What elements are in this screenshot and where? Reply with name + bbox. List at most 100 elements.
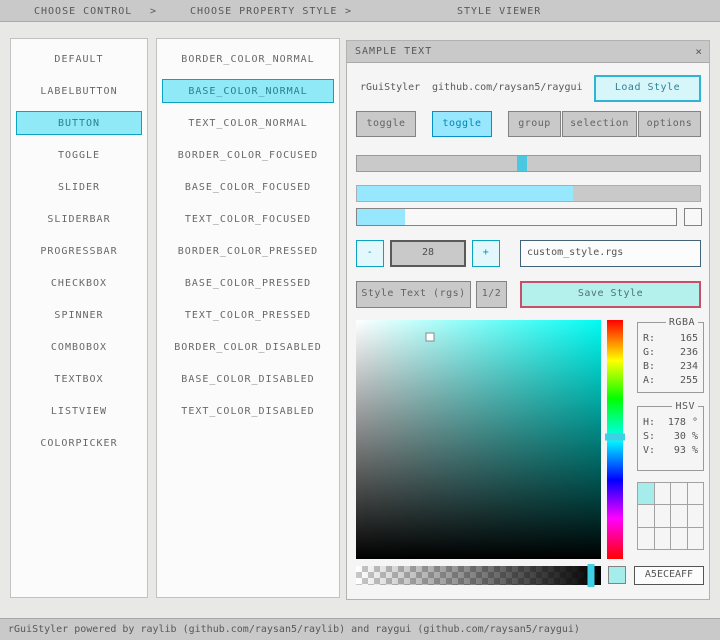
hue-handle[interactable] [605,434,625,441]
rgba-row: R: 165 [638,332,703,346]
property-item[interactable]: TEXT_COLOR_NORMAL [162,111,334,135]
v-value: 93 % [674,444,698,458]
choose-control-header: CHOOSE CONTROL [34,6,132,17]
rgba-row: G: 236 [638,346,703,360]
palette-swatch[interactable] [688,528,704,549]
b-value: 234 [680,360,698,374]
palette-swatch[interactable] [671,528,687,549]
palette-swatch[interactable] [655,528,671,549]
color-palette-grid [637,482,704,550]
spinner-value-box[interactable]: 28 [390,240,466,267]
hex-color-input[interactable]: A5ECEAFF [634,566,704,585]
property-item[interactable]: BORDER_COLOR_DISABLED [162,335,334,359]
palette-swatch[interactable] [655,505,671,526]
window-titlebar[interactable]: SAMPLE TEXT × [347,41,709,63]
palette-swatch[interactable] [688,483,704,504]
hue-bar[interactable] [607,320,623,559]
toggle-button-active[interactable]: toggle [432,111,492,137]
palette-swatch[interactable] [671,483,687,504]
control-item[interactable]: PROGRESSBAR [16,239,142,263]
choose-property-header: CHOOSE PROPERTY STYLE [190,6,337,17]
top-toolbar: CHOOSE CONTROL > CHOOSE PROPERTY STYLE >… [0,0,720,22]
color-marker[interactable] [425,332,434,341]
slider-handle[interactable] [517,156,527,171]
slider-bar-fill [357,209,405,225]
r-value: 165 [680,332,698,346]
s-label: S: [643,430,655,444]
toggle-button[interactable]: toggle [356,111,416,137]
rgba-row: B: 234 [638,360,703,374]
load-style-button[interactable]: Load Style [594,75,701,102]
rguistyler-app: CHOOSE CONTROL > CHOOSE PROPERTY STYLE >… [0,0,720,640]
style-text-button[interactable]: Style Text (rgs) [356,281,471,308]
alpha-handle[interactable] [588,564,595,587]
filename-input[interactable]: custom_style.rgs [520,240,701,267]
h-label: H: [643,416,655,430]
property-item[interactable]: BORDER_COLOR_PRESSED [162,239,334,263]
toggle-group-item[interactable]: selection [562,111,637,137]
property-item[interactable]: TEXT_COLOR_DISABLED [162,399,334,423]
repo-link-label[interactable]: github.com/raysan5/raygui [432,82,583,93]
property-item[interactable]: TEXT_COLOR_PRESSED [162,303,334,327]
toggle-group-item[interactable]: options [638,111,701,137]
properties-list: BORDER_COLOR_NORMAL BASE_COLOR_NORMAL TE… [156,38,340,598]
property-item[interactable]: BASE_COLOR_DISABLED [162,367,334,391]
property-item[interactable]: BORDER_COLOR_NORMAL [162,47,334,71]
control-item[interactable]: CHECKBOX [16,271,142,295]
close-icon[interactable]: × [695,45,702,58]
property-item[interactable]: TEXT_COLOR_FOCUSED [162,207,334,231]
toggle-group-item[interactable]: group [508,111,561,137]
hsv-row: H: 178 ° [638,416,703,430]
spinner-decrement-button[interactable]: - [356,240,384,267]
breadcrumb-separator: > [150,6,157,17]
property-item-selected[interactable]: BASE_COLOR_NORMAL [162,79,334,103]
control-item-selected[interactable]: BUTTON [16,111,142,135]
control-item[interactable]: COLORPICKER [16,431,142,455]
palette-swatch[interactable] [638,528,654,549]
palette-swatch[interactable] [638,505,654,526]
palette-swatch[interactable] [671,505,687,526]
hsv-group-label: HSV [672,401,698,412]
checkbox[interactable] [684,208,702,226]
progress-fill [357,186,573,201]
palette-swatch-current[interactable] [638,483,654,504]
style-viewer-header: STYLE VIEWER [457,6,541,17]
control-item[interactable]: TEXTBOX [16,367,142,391]
h-value: 178 ° [668,416,698,430]
save-style-button[interactable]: Save Style [520,281,701,308]
g-value: 236 [680,346,698,360]
saturation-value-panel[interactable] [356,320,601,559]
rgba-group: RGBA R: 165 G: 236 B: 234 A: [637,322,704,393]
selected-color-preview [608,566,626,584]
control-item[interactable]: SLIDER [16,175,142,199]
window-body: rGuiStyler github.com/raysan5/raygui Loa… [347,63,709,599]
b-label: B: [643,360,655,374]
spinner-increment-button[interactable]: + [472,240,500,267]
slider-bar[interactable] [356,208,677,226]
control-item[interactable]: LISTVIEW [16,399,142,423]
control-item[interactable]: SPINNER [16,303,142,327]
progress-bar [356,185,701,202]
control-item[interactable]: COMBOBOX [16,335,142,359]
palette-swatch[interactable] [688,505,704,526]
property-item[interactable]: BORDER_COLOR_FOCUSED [162,143,334,167]
property-item[interactable]: BASE_COLOR_PRESSED [162,271,334,295]
style-viewer-window: SAMPLE TEXT × rGuiStyler github.com/rays… [346,40,710,600]
page-toggle-button[interactable]: 1/2 [476,281,507,308]
hsv-row: S: 30 % [638,430,703,444]
rgba-row: A: 255 [638,374,703,388]
window-title: SAMPLE TEXT [355,46,432,57]
slider[interactable] [356,155,701,172]
a-label: A: [643,374,655,388]
a-value: 255 [680,374,698,388]
g-label: G: [643,346,655,360]
control-item[interactable]: LABELBUTTON [16,79,142,103]
control-item[interactable]: DEFAULT [16,47,142,71]
control-item[interactable]: SLIDERBAR [16,207,142,231]
property-item[interactable]: BASE_COLOR_FOCUSED [162,175,334,199]
rgba-group-label: RGBA [666,317,698,328]
alpha-bar[interactable] [356,566,601,585]
palette-swatch[interactable] [655,483,671,504]
r-label: R: [643,332,655,346]
control-item[interactable]: TOGGLE [16,143,142,167]
